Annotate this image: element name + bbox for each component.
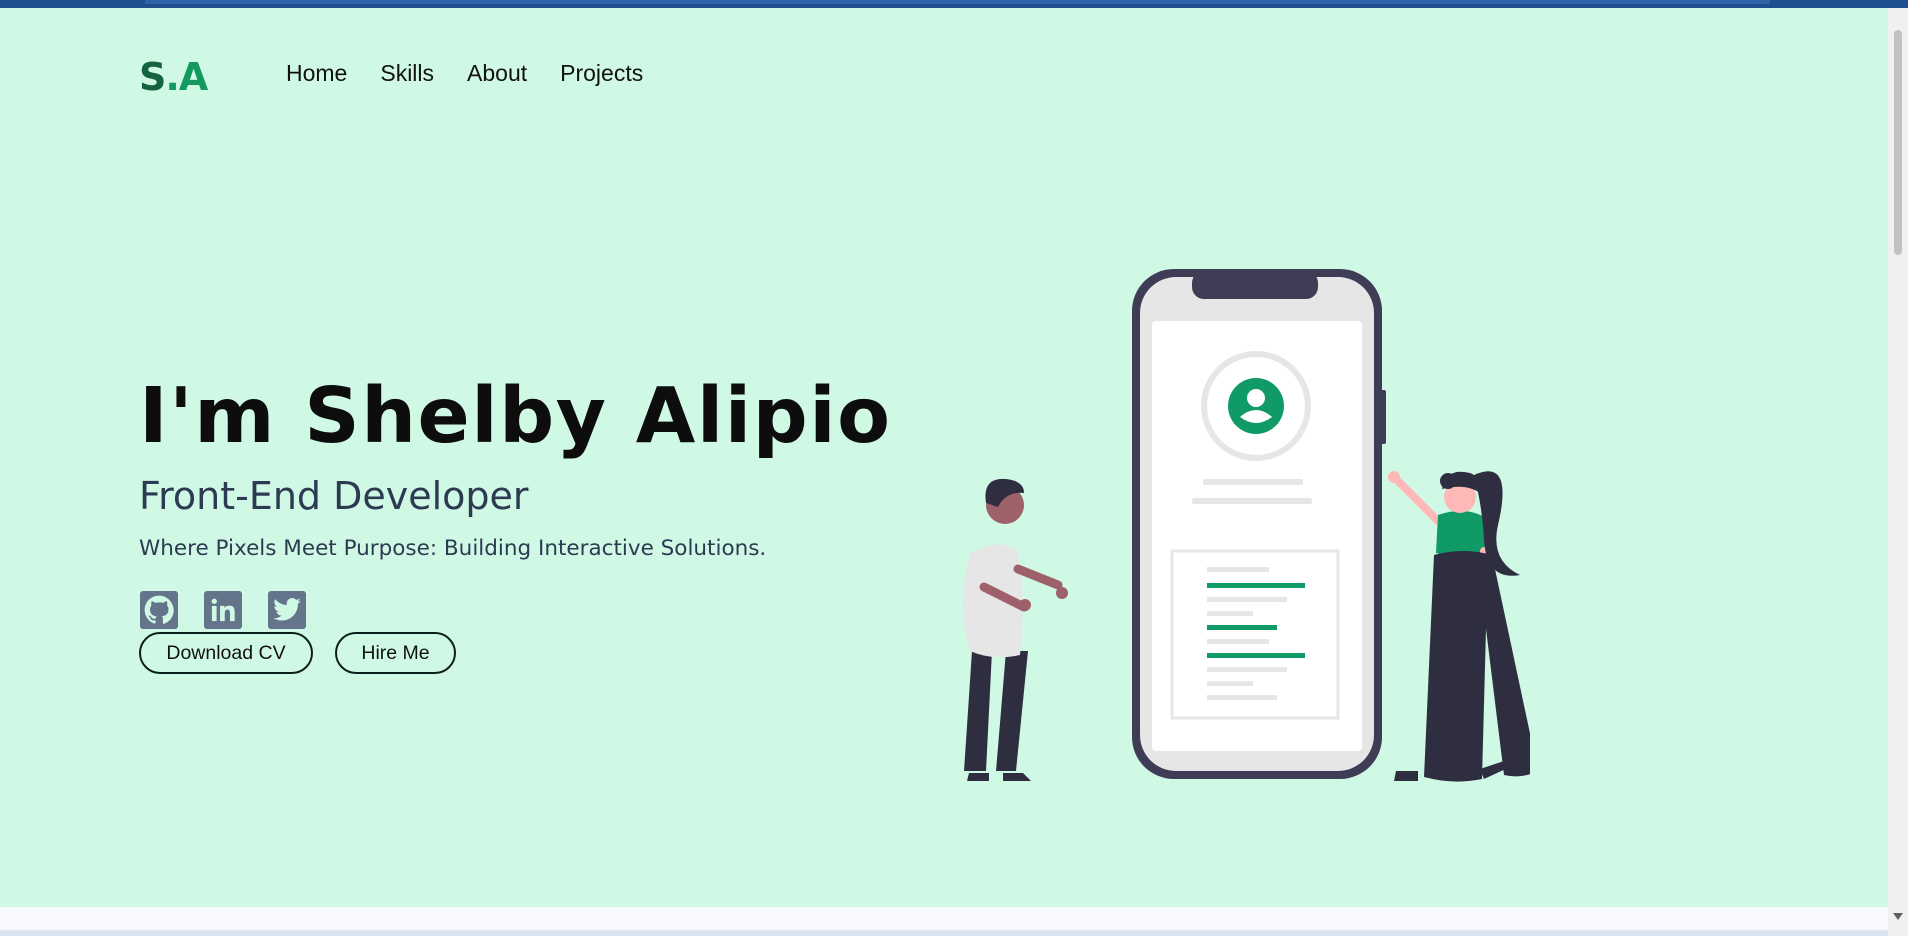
hero-illustration [963,269,1530,782]
nav-about[interactable]: About [467,60,527,87]
scroll-down-arrow-icon[interactable] [1893,913,1903,920]
window-bottom-edge [0,930,1888,936]
social-links [140,591,306,629]
nav-projects[interactable]: Projects [560,60,643,87]
twitter-link[interactable] [268,591,306,629]
logo-letter-a: A [178,55,208,99]
nav-skills[interactable]: Skills [380,60,434,87]
scrollbar-thumb[interactable] [1894,30,1902,255]
browser-top-bar [0,0,1908,8]
github-icon [144,595,174,624]
next-section-edge [0,907,1888,929]
hero-tagline: Where Pixels Meet Purpose: Building Inte… [139,536,767,561]
linkedin-link[interactable] [204,591,242,629]
twitter-icon [273,598,301,621]
hero-actions: Download CV Hire Me [139,632,456,674]
download-cv-button[interactable]: Download CV [139,632,313,674]
github-link[interactable] [140,591,178,629]
phone-illustration [1132,269,1386,779]
man-figure [963,478,1068,781]
nav-home[interactable]: Home [286,60,347,87]
logo-dot: . [165,55,179,99]
hero-title: I'm Shelby Alipio [139,372,892,461]
site-logo[interactable]: S.A [139,55,208,99]
woman-figure [1388,471,1530,782]
vertical-scrollbar[interactable] [1888,8,1908,936]
logo-letter-s: S [139,55,166,99]
main-nav: Home Skills About Projects [286,60,643,87]
hire-me-button[interactable]: Hire Me [335,632,456,674]
linkedin-icon [211,598,235,622]
hero-role: Front-End Developer [139,474,529,518]
